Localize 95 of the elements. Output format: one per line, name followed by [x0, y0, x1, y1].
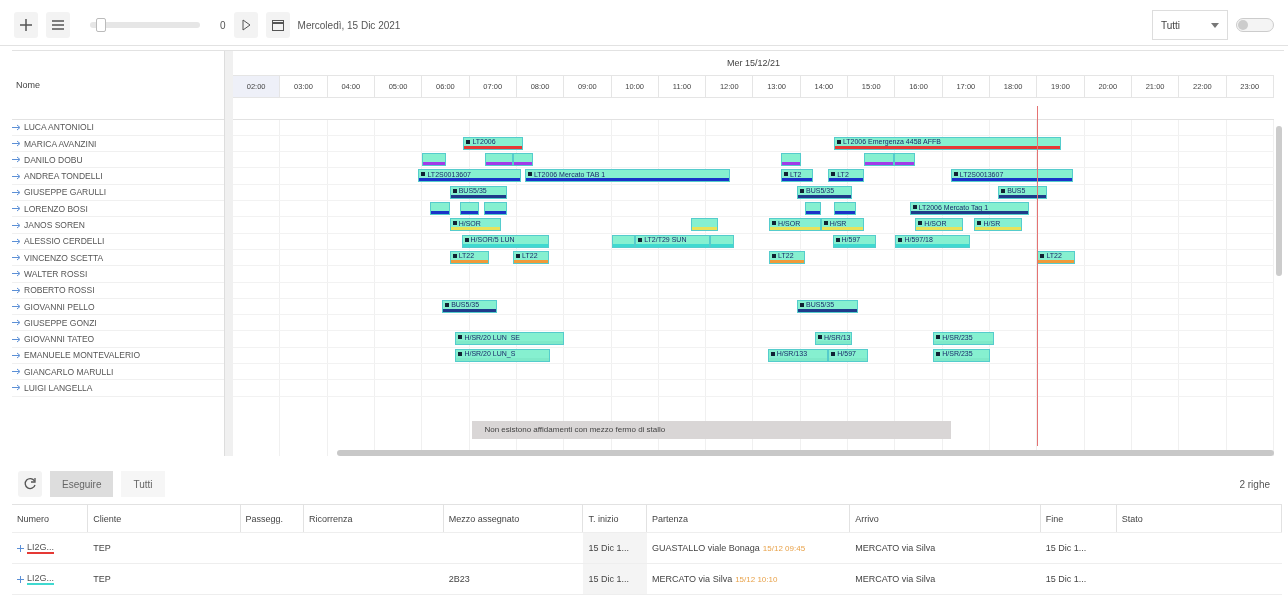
plus-icon [19, 18, 33, 33]
resource-name[interactable]: GIUSEPPE GONZI [24, 317, 97, 328]
resource-name[interactable]: GIANCARLO MARULLI [24, 366, 114, 377]
task-bar[interactable] [430, 202, 450, 216]
resource-name[interactable]: GIUSEPPE GARULLI [24, 187, 107, 198]
column-header: Arrivo [850, 505, 1041, 532]
table-cell: 15 Dic 1... [1045, 543, 1087, 553]
filter-tab[interactable]: Tutti [121, 471, 165, 498]
date-label: Mercoledì, 15 Dic 2021 [297, 19, 401, 31]
refresh-icon [23, 477, 37, 492]
play-button[interactable] [233, 12, 258, 39]
counter-text: 0 [220, 19, 226, 31]
refresh-button[interactable] [18, 471, 42, 498]
filter-dropdown[interactable]: Tutti [1152, 10, 1228, 41]
add-button[interactable] [14, 12, 38, 39]
resource-name[interactable]: LUIGI LANGELLA [24, 383, 93, 393]
column-header: Ricorrenza [304, 505, 444, 532]
arrow-icon [12, 156, 21, 164]
row-count: 2 righe [1239, 478, 1270, 490]
calendar-icon [270, 18, 285, 33]
task-bar[interactable] [513, 153, 533, 167]
task-bar[interactable] [780, 153, 801, 167]
order-number[interactable]: LI2G... [27, 573, 54, 585]
arrow-icon [12, 254, 21, 262]
table-cell: 2B23 [448, 574, 470, 584]
column-header: Stato [1116, 505, 1282, 532]
caret-icon [1211, 22, 1219, 28]
plus-icon [17, 544, 24, 552]
arrow-icon [12, 368, 21, 376]
arrow-icon [12, 303, 21, 310]
resource-name[interactable]: VINCENZO SCETTA [24, 252, 104, 263]
arrow-icon [12, 319, 21, 327]
resource-name[interactable]: DANILO DOBU [24, 154, 83, 165]
day-header: Mer 15/12/21 [725, 56, 781, 70]
task-bar[interactable] [485, 153, 514, 167]
table-cell: 15 Dic 1... [1045, 574, 1087, 584]
arrow-icon [12, 205, 21, 213]
table-cell: MERCATO via Silva [651, 574, 733, 584]
resource-name[interactable]: MARICA AVANZINI [24, 138, 97, 149]
arrow-icon [12, 237, 21, 245]
table-cell: 15 Dic 1... [588, 543, 629, 553]
time-note: 15/12 09:45 [762, 543, 806, 553]
time-note: 15/12 10:10 [735, 574, 778, 584]
menu-icon [51, 19, 65, 32]
table-cell: TEP [93, 543, 111, 553]
column-header: Cliente [88, 505, 241, 532]
tooltip: Non esistono affidamenti con mezzo fermo di stallo [472, 420, 952, 439]
table-cell: MERCATO via Silva [855, 543, 936, 553]
plus-icon [17, 575, 24, 583]
column-header: Mezzo assegnato [443, 505, 584, 532]
scrollbar[interactable] [337, 450, 1274, 457]
table-cell: GUASTALLO viale Bonaga [651, 543, 760, 553]
arrow-icon [12, 335, 21, 343]
resource-name[interactable]: ROBERTO ROSSI [24, 285, 95, 296]
table-cell: TEP [93, 574, 111, 584]
resource-name[interactable]: GIOVANNI PELLO [24, 301, 95, 312]
resource-name[interactable]: LORENZO BOSI [24, 203, 88, 214]
resource-name[interactable]: WALTER ROSSI [24, 268, 88, 279]
task-bar[interactable] [863, 153, 895, 167]
order-number[interactable]: LI2G... [27, 542, 54, 554]
play-icon [240, 19, 251, 32]
task-bar[interactable] [894, 153, 916, 167]
arrow-icon [12, 351, 21, 359]
task-bar[interactable] [422, 153, 446, 167]
calendar-button[interactable] [265, 12, 290, 39]
resource-name[interactable]: LUCA ANTONIOLI [24, 122, 94, 133]
arrow-icon [12, 270, 21, 278]
column-header: Partenza [646, 505, 851, 532]
arrow-icon [12, 123, 21, 131]
task-bar[interactable] [483, 202, 508, 216]
task-bar[interactable] [833, 202, 857, 216]
arrow-icon [12, 384, 21, 392]
column-header: Fine [1040, 505, 1117, 532]
resource-name[interactable]: EMANUELE MONTEVALERIO [24, 350, 141, 361]
table-cell: 15 Dic 1... [588, 574, 629, 584]
task-bar[interactable] [460, 202, 480, 216]
menu-button[interactable] [46, 12, 70, 39]
resource-name[interactable]: ANDREA TONDELLI [24, 171, 103, 182]
resource-name[interactable]: JANOS SOREN [24, 220, 85, 230]
column-header: Numero [12, 505, 89, 532]
column-header: T. inizio [583, 505, 647, 532]
arrow-icon [12, 140, 21, 148]
scrollbar[interactable] [1276, 125, 1282, 276]
arrow-icon [12, 221, 21, 229]
arrow-icon [12, 286, 21, 294]
filter-tab[interactable]: Eseguire [50, 471, 114, 498]
arrow-icon [12, 172, 21, 180]
resource-name[interactable]: GIOVANNI TATEO [24, 334, 95, 345]
column-header: Passegg. [240, 505, 305, 532]
toggle-switch[interactable] [1236, 18, 1274, 33]
task-bar[interactable] [804, 202, 821, 216]
resource-name[interactable]: ALESSIO CERDELLI [24, 236, 105, 247]
column-header: Nome [16, 79, 40, 90]
arrow-icon [12, 188, 21, 196]
table-cell: MERCATO via Silva [855, 574, 936, 584]
